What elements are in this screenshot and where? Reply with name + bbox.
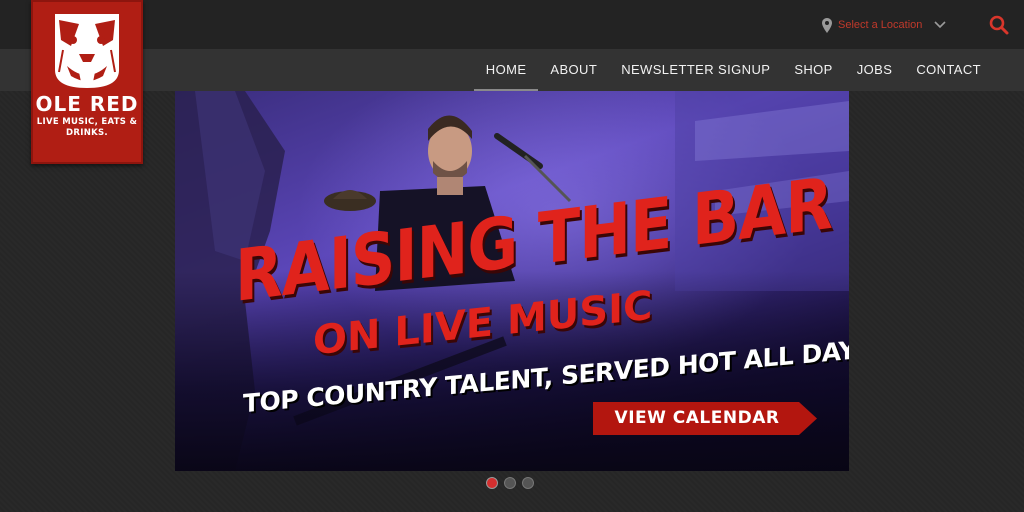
view-calendar-label: VIEW CALENDAR [614, 408, 780, 428]
carousel-dots [486, 477, 534, 489]
map-pin-icon [822, 17, 832, 33]
nav-item-about[interactable]: ABOUT [538, 49, 609, 91]
nav-item-contact[interactable]: CONTACT [904, 49, 993, 91]
search-button[interactable] [989, 15, 1009, 35]
location-placeholder: Select a Location [838, 19, 923, 31]
main-nav: HOME ABOUT NEWSLETTER SIGNUP SHOP JOBS C… [473, 49, 993, 91]
carousel-dot-1[interactable] [486, 477, 498, 489]
carousel-dot-2[interactable] [504, 477, 516, 489]
view-calendar-button[interactable]: VIEW CALENDAR [593, 402, 817, 435]
logo-wordmark: OLE RED [35, 92, 139, 116]
bulldog-face-icon [55, 14, 119, 88]
ole-red-logo[interactable]: OLE RED LIVE MUSIC, EATS & DRINKS. [31, 0, 143, 164]
nav-item-jobs[interactable]: JOBS [845, 49, 905, 91]
search-icon [989, 15, 1009, 35]
location-selector[interactable]: Select a Location [822, 17, 946, 33]
logo-tagline: LIVE MUSIC, EATS & DRINKS. [36, 117, 138, 138]
nav-item-home[interactable]: HOME [473, 49, 539, 91]
nav-item-newsletter-signup[interactable]: NEWSLETTER SIGNUP [609, 49, 782, 91]
nav-item-shop[interactable]: SHOP [782, 49, 844, 91]
carousel-dot-3[interactable] [522, 477, 534, 489]
chevron-down-icon [934, 21, 946, 29]
hero-banner[interactable]: RAISING THE BAR ON LIVE MUSIC TOP COUNTR… [175, 91, 849, 471]
